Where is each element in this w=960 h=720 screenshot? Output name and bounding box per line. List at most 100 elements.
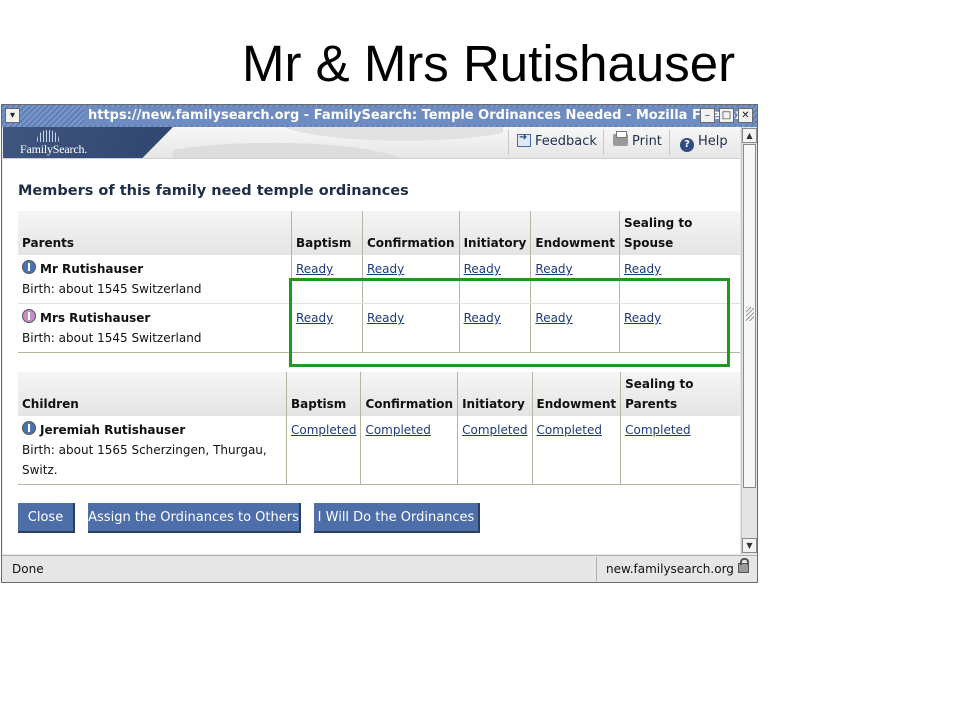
baptism-completed-link[interactable]: Completed — [291, 423, 356, 437]
ordinance-cell: Completed — [531, 416, 621, 485]
slide-title: Mr & Mrs Rutishauser — [242, 35, 736, 92]
table-row: Jeremiah Rutishauser Birth: about 1565 S… — [18, 416, 740, 485]
person-cell: Mrs Rutishauser Birth: about 1545 Switze… — [18, 303, 292, 353]
page-title: Members of this family need temple ordin… — [18, 183, 409, 199]
logo-text: FamilySearch. — [20, 142, 88, 156]
ordinance-cell: Ready — [530, 255, 620, 304]
column-header: Confirmation — [360, 372, 458, 416]
help-link[interactable]: ? Help — [680, 134, 728, 152]
ordinance-cell: Completed — [620, 416, 740, 485]
sealing-ready-link[interactable]: Ready — [624, 311, 661, 325]
endowment-completed-link[interactable]: Completed — [537, 423, 602, 437]
sealing-ready-link[interactable]: Ready — [624, 262, 661, 276]
ordinance-cell: Completed — [457, 416, 533, 485]
confirmation-ready-link[interactable]: Ready — [367, 262, 404, 276]
scrollbar-thumb[interactable] — [743, 144, 756, 488]
ordinance-cell: Ready — [291, 303, 363, 353]
ordinance-cell: Ready — [618, 303, 740, 353]
column-header: Confirmation — [361, 211, 460, 255]
ordinance-cell: Ready — [291, 255, 363, 304]
column-header: Parents — [18, 211, 292, 255]
do-ordinances-button[interactable]: I Will Do the Ordinances — [314, 503, 480, 533]
header-divider — [603, 130, 604, 155]
initiatory-completed-link[interactable]: Completed — [462, 423, 527, 437]
confirmation-completed-link[interactable]: Completed — [365, 423, 430, 437]
print-link[interactable]: Print — [613, 131, 662, 149]
header-divider — [669, 130, 670, 155]
table-header-row: Parents Baptism Confirmation Initiatory … — [18, 211, 740, 255]
window-title: https://new.familysearch.org - FamilySea… — [84, 107, 748, 125]
header-divider — [508, 130, 509, 155]
close-icon[interactable]: ✕ — [738, 108, 753, 123]
column-header: Initiatory — [458, 211, 531, 255]
table-row: Mr Rutishauser Birth: about 1545 Switzer… — [18, 255, 740, 304]
status-url: new.familysearch.org — [606, 562, 734, 576]
status-bar: Done new.familysearch.org — [2, 555, 757, 582]
scroll-up-icon[interactable]: ▲ — [742, 128, 757, 143]
person-cell: Mr Rutishauser Birth: about 1545 Switzer… — [18, 255, 292, 304]
page-content: FamilySearch. Feedback Print ? Help Membe… — [3, 127, 740, 554]
ordinance-cell: Completed — [360, 416, 458, 485]
status-url-panel: new.familysearch.org — [596, 557, 756, 581]
children-table: Children Baptism Confirmation Initiatory… — [18, 372, 740, 485]
baptism-ready-link[interactable]: Ready — [296, 262, 333, 276]
minimize-icon[interactable]: – — [700, 108, 715, 123]
sealing-completed-link[interactable]: Completed — [625, 423, 690, 437]
person-name[interactable]: Mrs Rutishauser — [40, 311, 150, 325]
grip-icon — [746, 307, 754, 321]
person-birth: Birth: about 1565 Scherzingen, Thurgau, … — [22, 443, 267, 477]
initiatory-ready-link[interactable]: Ready — [464, 262, 501, 276]
printer-icon — [613, 131, 628, 146]
window-titlebar[interactable]: ▾ https://new.familysearch.org - FamilyS… — [2, 105, 757, 127]
column-header: Baptism — [291, 211, 363, 255]
print-label: Print — [632, 134, 662, 149]
ordinance-cell: Ready — [530, 303, 620, 353]
female-person-icon[interactable] — [22, 309, 36, 323]
baptism-ready-link[interactable]: Ready — [296, 311, 333, 325]
column-header: Endowment — [530, 211, 620, 255]
ordinance-cell: Ready — [458, 255, 531, 304]
feedback-icon — [517, 132, 531, 147]
help-icon: ? — [680, 138, 694, 152]
help-label: Help — [698, 134, 728, 149]
male-person-icon[interactable] — [22, 421, 36, 435]
ordinance-cell: Ready — [618, 255, 740, 304]
close-button[interactable]: Close — [18, 503, 75, 533]
parents-table: Parents Baptism Confirmation Initiatory … — [18, 211, 740, 353]
confirmation-ready-link[interactable]: Ready — [367, 311, 404, 325]
site-header: FamilySearch. Feedback Print ? Help — [3, 127, 740, 159]
feedback-link[interactable]: Feedback — [517, 132, 597, 149]
header-decoration — [173, 127, 503, 158]
tree-logo-icon — [37, 130, 59, 142]
male-person-icon[interactable] — [22, 260, 36, 274]
column-header: Initiatory — [457, 372, 533, 416]
person-birth: Birth: about 1545 Switzerland — [22, 331, 202, 345]
table-header-row: Children Baptism Confirmation Initiatory… — [18, 372, 740, 416]
familysearch-logo[interactable]: FamilySearch. — [3, 127, 173, 158]
assign-ordinances-button[interactable]: Assign the Ordinances to Others — [88, 503, 301, 533]
endowment-ready-link[interactable]: Ready — [535, 311, 572, 325]
ordinance-cell: Ready — [361, 255, 460, 304]
ordinance-cell: Completed — [285, 416, 361, 485]
column-header: Baptism — [285, 372, 361, 416]
endowment-ready-link[interactable]: Ready — [535, 262, 572, 276]
table-row: Mrs Rutishauser Birth: about 1545 Switze… — [18, 303, 740, 353]
window-menu-icon[interactable]: ▾ — [5, 108, 20, 123]
feedback-label: Feedback — [535, 134, 597, 149]
initiatory-ready-link[interactable]: Ready — [464, 311, 501, 325]
column-header: Sealing to Parents — [620, 372, 740, 416]
person-name[interactable]: Mr Rutishauser — [40, 262, 143, 276]
ordinance-cell: Ready — [361, 303, 460, 353]
person-name[interactable]: Jeremiah Rutishauser — [40, 423, 185, 437]
column-header: Endowment — [531, 372, 621, 416]
ordinance-cell: Ready — [458, 303, 531, 353]
vertical-scrollbar[interactable]: ▲ ▼ — [741, 127, 757, 554]
person-cell: Jeremiah Rutishauser Birth: about 1565 S… — [18, 416, 287, 485]
column-header: Children — [18, 372, 287, 416]
person-birth: Birth: about 1545 Switzerland — [22, 282, 202, 296]
status-text: Done — [12, 562, 44, 576]
scroll-down-icon[interactable]: ▼ — [742, 538, 757, 553]
lock-icon[interactable] — [738, 558, 749, 573]
maximize-icon[interactable]: □ — [719, 108, 734, 123]
column-header: Sealing to Spouse — [618, 211, 740, 255]
